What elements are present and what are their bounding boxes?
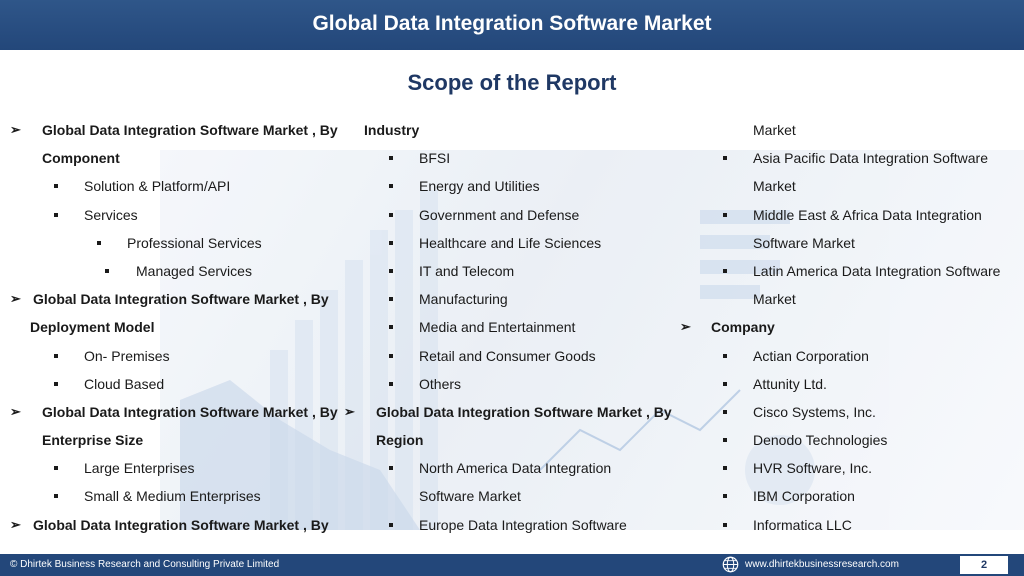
square-bullet-icon: [389, 156, 393, 161]
list-item: Retail and Consumer Goods: [344, 342, 674, 370]
slide-footer: © Dhirtek Business Research and Consulti…: [0, 554, 1024, 576]
scope-column-3: Market Asia Pacific Data Integration Sof…: [680, 116, 1020, 539]
list-item: Latin America Data Integration Software: [680, 257, 1020, 285]
arrow-bullet-icon: ➢: [10, 122, 21, 137]
list-item: Market: [753, 178, 796, 195]
square-bullet-icon: [723, 409, 727, 414]
list-item: ➢ Global Data Integration Software Marke…: [10, 116, 350, 144]
list-item: Managed Services: [10, 257, 350, 285]
square-bullet-icon: [723, 438, 727, 443]
square-bullet-icon: [389, 522, 393, 527]
list-item: ➢ Global Data Integration Software Marke…: [10, 398, 350, 426]
list-item: Software Market: [753, 234, 855, 251]
copyright-text: © Dhirtek Business Research and Consulti…: [10, 559, 280, 570]
square-bullet-icon: [389, 212, 393, 217]
square-bullet-icon: [389, 381, 393, 386]
arrow-bullet-icon: ➢: [10, 403, 21, 419]
list-item: Professional Services: [10, 229, 350, 257]
list-item: Small & Medium Enterprises: [10, 482, 350, 510]
page-number: 2: [960, 556, 1008, 574]
list-item: ➢ Company: [680, 313, 1020, 341]
list-item: Asia Pacific Data Integration Software: [680, 144, 1020, 172]
square-bullet-icon: [723, 494, 727, 499]
arrow-bullet-icon: ➢: [10, 291, 21, 307]
list-item: Europe Data Integration Software: [344, 511, 674, 539]
list-item: On- Premises: [10, 342, 350, 370]
square-bullet-icon: [389, 297, 393, 302]
square-bullet-icon: [389, 268, 393, 273]
list-item: IT and Telecom: [344, 257, 674, 285]
square-bullet-icon: [723, 522, 727, 527]
report-scope-heading: Scope of the Report: [407, 70, 617, 95]
list-item: Deployment Model: [30, 319, 155, 336]
square-bullet-icon: [389, 184, 393, 189]
list-item: ➢ Global Data Integration Software Marke…: [10, 511, 350, 539]
square-bullet-icon: [389, 466, 393, 471]
list-item: Media and Entertainment: [344, 313, 674, 341]
square-bullet-icon: [54, 466, 58, 471]
square-bullet-icon: [389, 353, 393, 358]
slide-title: Global Data Integration Software Market: [312, 12, 712, 35]
website-link[interactable]: www.dhirtekbusinessresearch.com: [745, 554, 899, 576]
arrow-bullet-icon: ➢: [344, 403, 355, 419]
list-item: Services: [10, 201, 350, 229]
list-item: Cloud Based: [10, 370, 350, 398]
list-item: ➢ Global Data Integration Software Marke…: [344, 398, 674, 426]
list-item: Cisco Systems, Inc.: [680, 398, 1020, 426]
square-bullet-icon: [54, 353, 58, 358]
list-item: Market: [753, 291, 796, 308]
list-item: IBM Corporation: [680, 482, 1020, 510]
list-item: Large Enterprises: [10, 454, 350, 482]
scope-column-1: ➢ Global Data Integration Software Marke…: [10, 116, 350, 539]
square-bullet-icon: [723, 466, 727, 471]
square-bullet-icon: [54, 494, 58, 499]
square-bullet-icon: [389, 240, 393, 245]
list-item: ➢ Global Data Integration Software Marke…: [10, 285, 350, 313]
list-item: Middle East & Africa Data Integration: [680, 201, 1020, 229]
list-item: Industry: [364, 122, 420, 138]
list-item: Manufacturing: [344, 285, 674, 313]
list-item: Enterprise Size: [42, 432, 144, 449]
square-bullet-icon: [105, 268, 109, 273]
square-bullet-icon: [723, 212, 727, 217]
list-item: Healthcare and Life Sciences: [344, 229, 674, 257]
list-item: HVR Software, Inc.: [680, 454, 1020, 482]
list-item: Energy and Utilities: [344, 172, 674, 200]
list-item: Region: [376, 432, 424, 449]
list-item: Government and Defense: [344, 201, 674, 229]
square-bullet-icon: [723, 156, 727, 161]
square-bullet-icon: [723, 268, 727, 273]
square-bullet-icon: [723, 353, 727, 358]
arrow-bullet-icon: ➢: [680, 319, 691, 335]
square-bullet-icon: [54, 184, 58, 189]
list-item: Attunity Ltd.: [680, 370, 1020, 398]
scope-column-2: Industry BFSI Energy and Utilities Gover…: [344, 116, 674, 539]
arrow-bullet-icon: ➢: [10, 516, 21, 532]
list-item: Solution & Platform/API: [10, 172, 350, 200]
square-bullet-icon: [54, 381, 58, 386]
list-item: Actian Corporation: [680, 342, 1020, 370]
globe-icon: [722, 556, 739, 573]
list-item: Market: [753, 122, 796, 138]
list-item: Denodo Technologies: [680, 426, 1020, 454]
list-item: Others: [344, 370, 674, 398]
list-item: Software Market: [419, 488, 521, 505]
slide-header: Global Data Integration Software Market: [0, 0, 1024, 50]
square-bullet-icon: [97, 240, 101, 245]
list-item: BFSI: [344, 144, 674, 172]
list-item: North America Data Integration: [344, 454, 674, 482]
square-bullet-icon: [54, 212, 58, 217]
square-bullet-icon: [389, 325, 393, 330]
list-item: Informatica LLC: [680, 511, 1020, 539]
list-item: Component: [42, 150, 120, 167]
square-bullet-icon: [723, 381, 727, 386]
